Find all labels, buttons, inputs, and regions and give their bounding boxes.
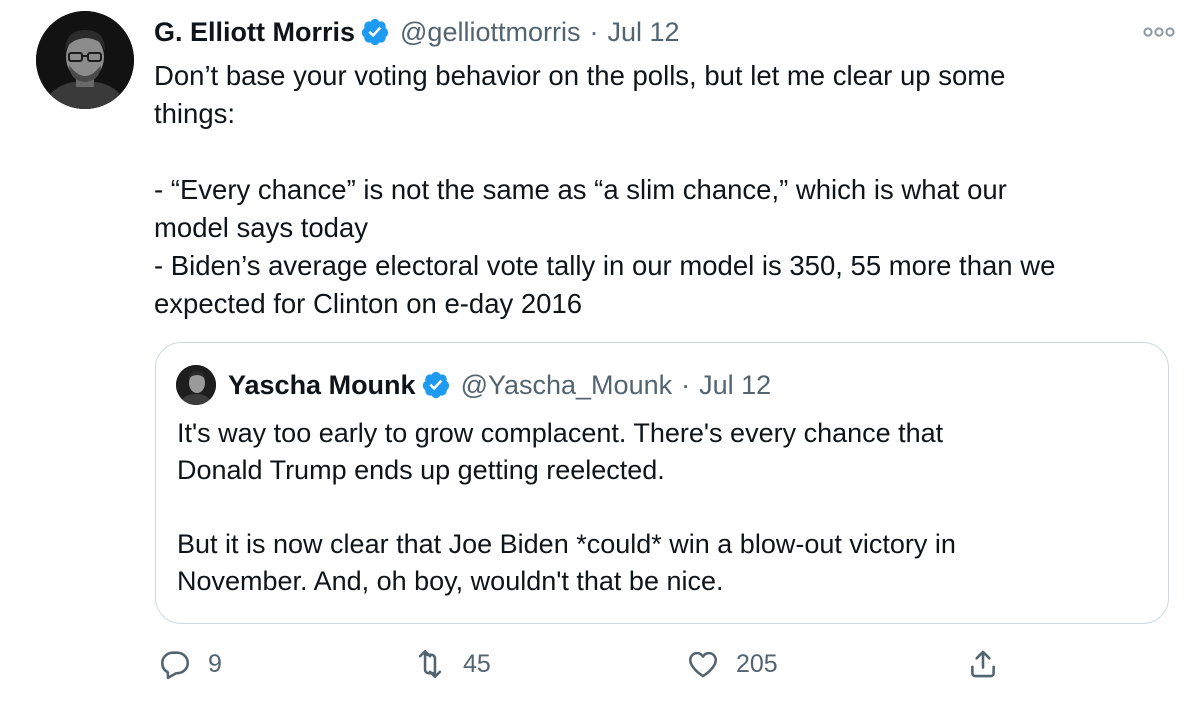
avatar-photo xyxy=(36,11,134,109)
share-icon xyxy=(971,650,995,678)
header-separator: · xyxy=(589,16,599,47)
quoted-text-line xyxy=(177,489,1147,526)
retweet-count: 45 xyxy=(463,649,491,678)
tweet: G. Elliott Morris @gelliottmorris · Jul … xyxy=(0,0,1198,704)
reply-count: 9 xyxy=(208,649,222,678)
author-name[interactable]: G. Elliott Morris xyxy=(154,17,355,48)
like-button[interactable]: 205 xyxy=(686,640,778,688)
quoted-text-line: Donald Trump ends up getting reelected. xyxy=(177,455,665,485)
quoted-avatar-photo xyxy=(176,365,216,405)
quoted-header-separator: · xyxy=(681,369,691,400)
author-handle[interactable]: @gelliottmorris xyxy=(400,17,580,48)
verified-badge-icon xyxy=(421,370,451,400)
quoted-author-name: Yascha Mounk xyxy=(228,369,416,400)
tweet-date[interactable]: Jul 12 xyxy=(607,17,679,48)
quoted-tweet-date: Jul 12 xyxy=(699,369,772,400)
quoted-text-line: It's way too early to grow complacent. T… xyxy=(177,418,944,448)
quoted-text-line: November. And, oh boy, wouldn't that be … xyxy=(177,566,724,596)
quoted-author-handle: @Yascha_Mounk xyxy=(460,369,673,400)
reply-button[interactable]: 9 xyxy=(158,640,222,688)
author-avatar[interactable] xyxy=(36,11,134,109)
tweet-text-line: things: xyxy=(154,98,236,129)
tweet-text-line: model says today xyxy=(154,212,368,243)
share-button[interactable] xyxy=(966,640,1000,688)
quoted-tweet-header: Yascha Mounk @Yascha_Mounk · Jul 12 xyxy=(228,367,771,403)
retweet-icon xyxy=(418,649,442,679)
quoted-tweet-text: It's way too early to grow complacent. T… xyxy=(177,415,1147,600)
tweet-text-line xyxy=(154,133,1164,171)
tweet-text-line: - “Every chance” is not the same as “a s… xyxy=(154,174,1007,205)
tweet-text: Don’t base your voting behavior on the p… xyxy=(154,57,1164,323)
tweet-header: G. Elliott Morris @gelliottmorris · Jul … xyxy=(154,14,680,50)
tweet-actions: 9 45 205 xyxy=(0,640,1198,688)
quoted-author-avatar xyxy=(176,365,216,405)
quoted-tweet[interactable]: Yascha Mounk @Yascha_Mounk · Jul 12 It's… xyxy=(155,342,1169,624)
verified-badge-icon xyxy=(360,17,390,47)
tweet-text-line: expected for Clinton on e-day 2016 xyxy=(154,288,583,319)
like-icon xyxy=(688,651,718,678)
tweet-text-line: - Biden’s average electoral vote tally i… xyxy=(154,250,1056,281)
quoted-text-line: But it is now clear that Joe Biden *coul… xyxy=(177,529,956,559)
like-count: 205 xyxy=(736,649,778,678)
reply-icon xyxy=(160,651,190,680)
tweet-text-line: Don’t base your voting behavior on the p… xyxy=(154,60,1006,91)
more-icon[interactable] xyxy=(1142,20,1176,44)
retweet-button[interactable]: 45 xyxy=(413,640,491,688)
